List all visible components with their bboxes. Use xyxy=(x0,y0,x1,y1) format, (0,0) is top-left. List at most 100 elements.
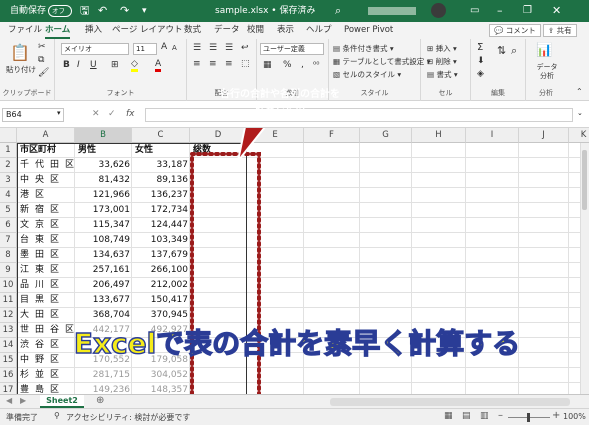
decimal-icon[interactable]: ⁰⁰ xyxy=(313,60,319,69)
clipboard-group-label: クリップボード xyxy=(2,89,52,97)
overlay-caption: Excelで表の合計を素早く計算する xyxy=(73,326,521,360)
comma-icon[interactable]: , xyxy=(301,60,304,70)
accessibility-icon: ⚲ xyxy=(54,411,60,420)
paste-button[interactable]: 貼り付け xyxy=(6,64,36,75)
data-analysis-icon[interactable]: 📊 xyxy=(536,43,552,58)
font-name-box[interactable]: メイリオ xyxy=(61,43,129,55)
tab-insert[interactable]: 挿入 xyxy=(85,22,102,39)
borders-icon[interactable]: ⊞ xyxy=(111,60,119,70)
accessibility-status[interactable]: アクセシビリティ: 検討が必要です xyxy=(66,412,190,423)
format-label: 書式 xyxy=(436,70,452,79)
expand-formula-icon[interactable]: ⌄ xyxy=(577,109,583,117)
cancel-icon[interactable]: ✕ xyxy=(92,109,100,119)
merge-icon[interactable]: ⬚ xyxy=(241,59,250,69)
bold-button[interactable]: B xyxy=(63,60,70,70)
callout-shape xyxy=(196,128,364,162)
find-select-icon[interactable]: ⌕ xyxy=(511,44,517,58)
tab-file[interactable]: ファイル xyxy=(8,22,42,39)
collapse-ribbon-icon[interactable]: ⌃ xyxy=(576,87,583,96)
zoom-slider-thumb[interactable] xyxy=(527,413,530,422)
add-sheet-icon[interactable]: ⊕ xyxy=(96,395,104,406)
cell-styles-button[interactable]: ▧ セルのスタイル ▾ xyxy=(333,69,401,80)
next-sheet-icon[interactable]: ▶ xyxy=(20,396,26,405)
data-analysis-button[interactable]: データ分析 xyxy=(535,63,559,81)
share-button[interactable]: ⇪ 共有 xyxy=(543,24,577,37)
name-box-dropdown-icon[interactable]: ▾ xyxy=(57,109,61,117)
tab-view[interactable]: 表示 xyxy=(277,22,294,39)
autosave-toggle[interactable]: オフ xyxy=(48,5,72,17)
ribbon-display-icon[interactable]: ▭ xyxy=(470,0,479,22)
editing-group: Σ ⬇ ◈ ⇅ ⌕ 編集 xyxy=(471,39,526,101)
zoom-out-icon[interactable]: – xyxy=(498,410,503,421)
undo-icon[interactable]: ↶ xyxy=(98,0,107,22)
currency-icon[interactable]: ▦ xyxy=(263,60,272,70)
delete-button[interactable]: ⊟ 削除 ▾ xyxy=(427,56,457,67)
prev-sheet-icon[interactable]: ◀ xyxy=(6,396,12,405)
analysis-group: 📊 データ分析 分析 xyxy=(526,39,566,101)
copy-icon[interactable]: ⧉ xyxy=(38,55,44,65)
wrap-text-icon[interactable]: ↩ xyxy=(241,43,249,53)
avatar[interactable] xyxy=(431,3,446,18)
quick-access-chevron-icon[interactable]: ▾ xyxy=(142,0,147,22)
shrink-font-icon[interactable]: A xyxy=(172,44,177,52)
sort-filter-icon[interactable]: ⇅ xyxy=(497,44,506,57)
tab-help[interactable]: ヘルプ xyxy=(306,22,332,39)
page-break-view-icon[interactable]: ▥ xyxy=(480,411,489,421)
clear-icon[interactable]: ◈ xyxy=(477,69,484,79)
save-icon[interactable]: 🖫 xyxy=(80,0,89,22)
normal-view-icon[interactable]: ▦ xyxy=(444,411,453,421)
maximize-icon[interactable]: ❐ xyxy=(523,0,532,22)
fill-icon[interactable]: ⬇ xyxy=(477,56,485,66)
zoom-in-icon[interactable]: + xyxy=(552,410,560,421)
format-painter-icon[interactable]: 🖌 xyxy=(38,68,49,78)
cut-icon[interactable]: ✂ xyxy=(38,42,46,52)
tab-page-layout[interactable]: ページ レイアウト xyxy=(112,22,183,39)
top-align-icon[interactable]: ☰ xyxy=(193,43,201,53)
bottom-align-icon[interactable]: ☰ xyxy=(225,43,233,53)
autosave-label: 自動保存 xyxy=(10,6,47,16)
font-size-box[interactable]: 11 xyxy=(133,43,157,55)
middle-align-icon[interactable]: ☰ xyxy=(209,43,217,53)
format-button[interactable]: ▤ 書式 ▾ xyxy=(427,69,458,80)
search-icon[interactable]: ⌕ xyxy=(335,0,341,22)
paste-icon[interactable]: 📋 xyxy=(10,43,30,62)
clipboard-group: 📋 貼り付け ✂ ⧉ 🖌 クリップボード xyxy=(0,39,55,101)
align-right-icon[interactable]: ≡ xyxy=(225,59,233,69)
enter-icon[interactable]: ✓ xyxy=(108,109,116,119)
close-icon[interactable]: ✕ xyxy=(552,0,561,22)
comment-label: コメント xyxy=(505,26,536,35)
sheet-tab-sheet2[interactable]: Sheet2 xyxy=(40,395,84,408)
minimize-icon[interactable]: – xyxy=(497,0,503,22)
autosum-icon[interactable]: Σ xyxy=(477,42,483,53)
cells-group-label: セル xyxy=(438,89,453,97)
cells-group: ⊞ 挿入 ▾ ⊟ 削除 ▾ ▤ 書式 ▾ セル xyxy=(421,39,471,101)
delete-label: 削除 xyxy=(435,57,451,66)
callout-line-2: 計算したい xyxy=(255,103,305,114)
align-left-icon[interactable]: ≡ xyxy=(193,59,201,69)
fill-color-icon[interactable]: ◇ xyxy=(131,59,138,72)
analysis-group-label: 分析 xyxy=(539,89,553,97)
number-format-box[interactable]: ユーザー定義 xyxy=(260,43,324,55)
tab-power-pivot[interactable]: Power Pivot xyxy=(344,22,393,39)
page-layout-view-icon[interactable]: ▤ xyxy=(462,411,471,421)
format-as-table-button[interactable]: ▦ テーブルとして書式設定 ▾ xyxy=(333,56,430,67)
horizontal-scrollbar[interactable] xyxy=(330,398,570,406)
insert-button[interactable]: ⊞ 挿入 ▾ xyxy=(427,43,457,54)
underline-button[interactable]: U xyxy=(90,60,97,70)
percent-icon[interactable]: % xyxy=(283,60,292,70)
tab-review[interactable]: 校閲 xyxy=(247,22,264,39)
align-center-icon[interactable]: ≡ xyxy=(209,59,217,69)
account-name xyxy=(368,7,416,15)
tab-formulas[interactable]: 数式 xyxy=(184,22,201,39)
zoom-level[interactable]: 100% xyxy=(563,412,586,421)
font-color-icon[interactable]: A xyxy=(155,59,162,72)
insert-function-button[interactable]: fx xyxy=(126,109,135,119)
comment-button[interactable]: 💬 コメント xyxy=(489,24,541,37)
redo-icon[interactable]: ↷ xyxy=(120,0,129,22)
italic-button[interactable]: I xyxy=(77,60,80,70)
conditional-format-button[interactable]: ▤ 条件付き書式 ▾ xyxy=(333,43,394,54)
tab-data[interactable]: データ xyxy=(214,22,240,39)
grow-font-icon[interactable]: A xyxy=(161,42,167,52)
tab-home[interactable]: ホーム xyxy=(45,22,71,39)
name-box[interactable]: B64 xyxy=(2,108,64,122)
